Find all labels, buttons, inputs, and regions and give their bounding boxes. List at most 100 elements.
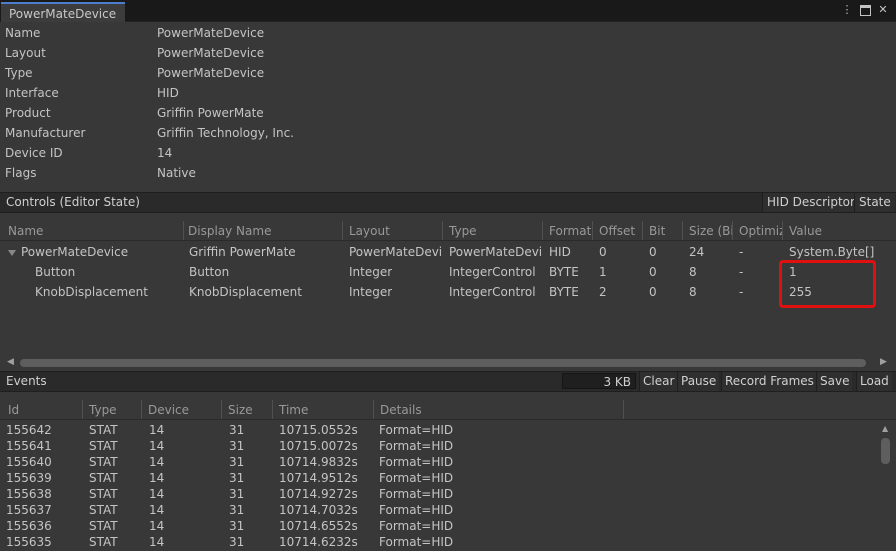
column-header-format[interactable]: Format [543, 221, 593, 240]
title-bar: PowerMateDevice ⋮ ✕ [0, 0, 896, 22]
control-format: HID [549, 245, 571, 259]
control-layout: PowerMateDevi [349, 245, 441, 259]
event-device: 14 [149, 535, 165, 549]
scroll-right-icon[interactable]: ▶ [880, 357, 887, 367]
event-type: STAT [89, 439, 118, 453]
event-details: Format=HID [379, 423, 454, 437]
event-size: 31 [229, 503, 245, 517]
save-button[interactable]: Save [816, 372, 853, 391]
events-header: Id Type Device Size Time Details [0, 400, 896, 420]
event-row[interactable]: 155641 STAT 14 31 10715.0072s Format=HID [0, 438, 880, 454]
event-type: STAT [89, 455, 118, 469]
event-type: STAT [89, 471, 118, 485]
event-time: 10714.9272s [279, 487, 358, 501]
powermate-device-window: PowerMateDevice ⋮ ✕ Name PowerMateDevice … [0, 0, 896, 551]
controls-horizontal-scrollbar[interactable]: ◀ ▶ [0, 355, 896, 371]
scroll-up-icon[interactable]: ▲ [882, 424, 888, 433]
column-header-optimized[interactable]: Optimiz [733, 221, 783, 240]
event-time: 10714.9832s [279, 455, 358, 469]
property-value: Griffin PowerMate [157, 106, 264, 120]
control-row[interactable]: PowerMateDevice Griffin PowerMate PowerM… [0, 242, 896, 262]
event-time: 10714.6232s [279, 535, 358, 549]
scroll-left-icon[interactable]: ◀ [7, 357, 14, 367]
event-row[interactable]: 155639 STAT 14 31 10714.9512s Format=HID [0, 470, 880, 486]
event-row[interactable]: 155636 STAT 14 31 10714.6552s Format=HID [0, 518, 880, 534]
expand-triangle-icon[interactable] [8, 249, 16, 256]
column-header-details[interactable]: Details [374, 400, 624, 419]
property-row: Layout PowerMateDevice [0, 43, 896, 63]
column-header-size[interactable]: Size [222, 400, 273, 419]
window-tab[interactable]: PowerMateDevice [1, 2, 125, 22]
event-id: 155640 [6, 455, 52, 469]
event-row[interactable]: 155638 STAT 14 31 10714.9272s Format=HID [0, 486, 880, 502]
state-button[interactable]: State [854, 193, 895, 212]
control-row[interactable]: KnobDisplacement KnobDisplacement Intege… [0, 282, 896, 302]
event-row[interactable]: 155637 STAT 14 31 10714.7032s Format=HID [0, 502, 880, 518]
column-header-device[interactable]: Device [142, 400, 222, 419]
event-size: 31 [229, 535, 245, 549]
close-icon[interactable]: ✕ [876, 3, 890, 17]
control-row[interactable]: Button Button Integer IntegerControl BYT… [0, 262, 896, 282]
event-time: 10715.0072s [279, 439, 358, 453]
event-size: 31 [229, 439, 245, 453]
property-key: Interface [5, 86, 59, 100]
column-header-bit[interactable]: Bit [643, 221, 683, 240]
event-row[interactable]: 155640 STAT 14 31 10714.9832s Format=HID [0, 454, 880, 470]
event-type: STAT [89, 487, 118, 501]
control-name: PowerMateDevice [8, 242, 128, 262]
event-details: Format=HID [379, 439, 454, 453]
record-frames-button[interactable]: Record Frames [721, 372, 817, 391]
property-key: Flags [5, 166, 37, 180]
pause-button[interactable]: Pause [677, 372, 720, 391]
vertical-scroll-thumb[interactable] [881, 438, 890, 464]
column-header-type[interactable]: Type [443, 221, 543, 240]
control-bit: 0 [649, 245, 657, 259]
event-size: 31 [229, 487, 245, 501]
hid-descriptor-button[interactable]: HID Descriptor [762, 193, 859, 212]
column-header-time[interactable]: Time [273, 400, 374, 419]
property-row: Device ID 14 [0, 143, 896, 163]
control-offset: 2 [599, 285, 607, 299]
column-header-id[interactable]: Id [2, 400, 83, 419]
control-offset: 1 [599, 265, 607, 279]
control-offset: 0 [599, 245, 607, 259]
device-properties: Name PowerMateDevice Layout PowerMateDevic… [0, 23, 896, 183]
column-header-display-name[interactable]: Display Name [182, 221, 343, 240]
column-header-layout[interactable]: Layout [343, 221, 443, 240]
load-button[interactable]: Load [856, 372, 892, 391]
column-header-name[interactable]: Name [2, 221, 184, 240]
control-optimized: - [739, 265, 744, 279]
horizontal-scroll-thumb[interactable] [20, 359, 866, 367]
property-row: Manufacturer Griffin Technology, Inc. [0, 123, 896, 143]
control-format: BYTE [549, 265, 579, 279]
property-row: Flags Native [0, 163, 896, 183]
controls-header: Name Display Name Layout Type Format Off… [0, 221, 896, 241]
event-time: 10714.7032s [279, 503, 358, 517]
column-header-offset[interactable]: Offset [593, 221, 643, 240]
column-header-size[interactable]: Size (Bi [683, 221, 733, 240]
column-header-value[interactable]: Value [783, 221, 894, 240]
events-vertical-scrollbar[interactable]: ▲ [879, 421, 893, 551]
event-size: 31 [229, 455, 245, 469]
event-id: 155636 [6, 519, 52, 533]
column-header-type[interactable]: Type [83, 400, 142, 419]
property-value: PowerMateDevice [157, 46, 265, 60]
event-id: 155639 [6, 471, 52, 485]
event-row[interactable]: 155635 STAT 14 31 10714.6232s Format=HID [0, 534, 880, 550]
clear-button[interactable]: Clear [639, 372, 678, 391]
event-type: STAT [89, 423, 118, 437]
property-value: Native [157, 166, 196, 180]
event-id: 155637 [6, 503, 52, 517]
control-optimized: - [739, 245, 744, 259]
control-name: KnobDisplacement [35, 285, 148, 299]
controls-toolbar: Controls (Editor State) HID Descriptor S… [0, 192, 896, 213]
maximize-icon[interactable] [858, 3, 872, 17]
event-time: 10714.6552s [279, 519, 358, 533]
kebab-menu-icon[interactable]: ⋮ [840, 3, 854, 17]
control-bit: 0 [649, 285, 657, 299]
event-details: Format=HID [379, 471, 454, 485]
event-device: 14 [149, 471, 165, 485]
event-row[interactable]: 155642 STAT 14 31 10715.0552s Format=HID [0, 422, 880, 438]
property-row: Interface HID [0, 83, 896, 103]
property-key: Name [5, 26, 41, 40]
